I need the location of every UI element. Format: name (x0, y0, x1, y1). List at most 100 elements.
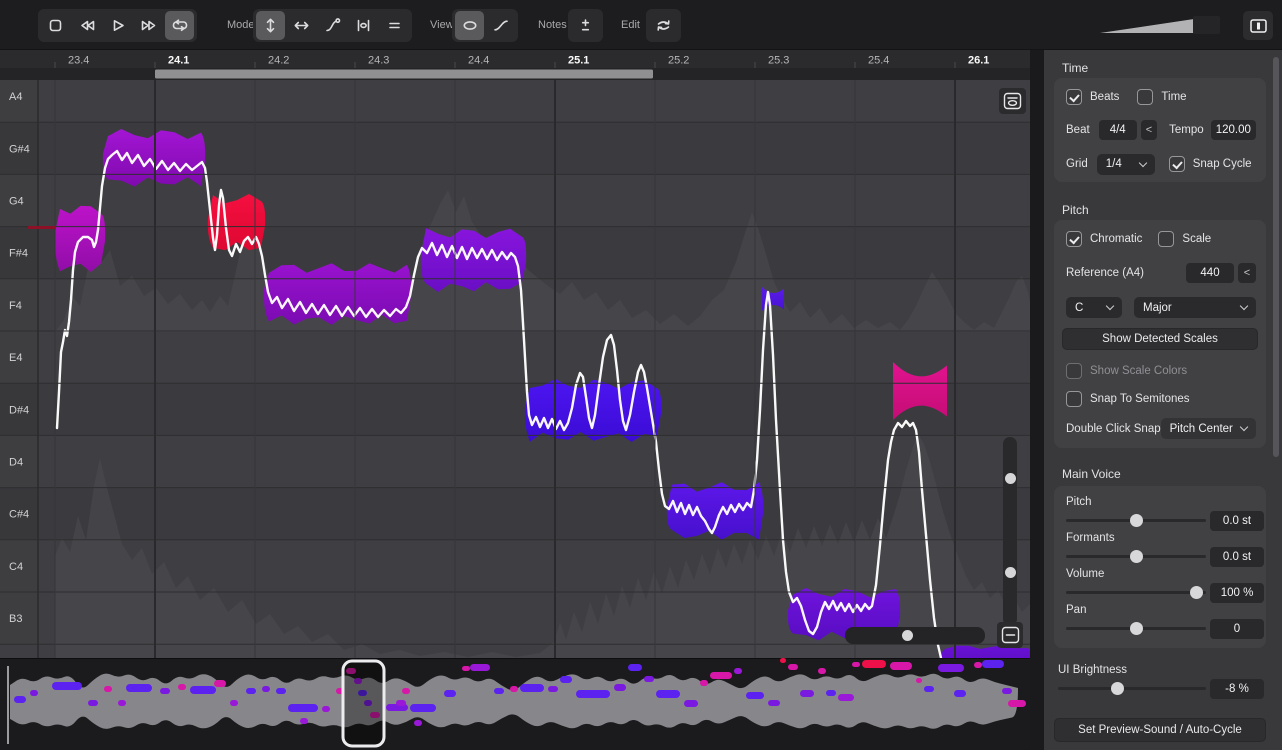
double-click-snap-dropdown[interactable]: Pitch Center (1161, 418, 1256, 439)
overview-note-pill (746, 692, 764, 699)
collapse-editor-button[interactable] (997, 622, 1023, 648)
ruler-label: 25.2 (668, 55, 689, 67)
edit-group (646, 9, 681, 42)
ui-brightness-label: UI Brightness (1058, 664, 1127, 676)
main-voice-section-header: Main Voice (1062, 467, 1121, 481)
pitch-row-label: A4 (9, 91, 22, 103)
overview-note-pill (890, 662, 912, 670)
reference-prev-button[interactable]: < (1238, 263, 1256, 283)
overview-note-pill (300, 718, 308, 724)
overview-note-pill (916, 678, 922, 683)
scale-dropdown[interactable]: Major (1134, 297, 1256, 318)
song-overview-strip[interactable] (0, 658, 1030, 750)
grid-dropdown[interactable]: 1/4 (1097, 154, 1155, 175)
mode-level-tool[interactable] (380, 11, 409, 40)
note-editor-canvas[interactable]: A4G#4G4F#4F4E4D#4D4C#4C4B323.424.124.224… (0, 50, 1030, 658)
formants-slider-label: Formants (1066, 532, 1115, 544)
set-preview-sound-button[interactable]: Set Preview-Sound / Auto-Cycle (1054, 718, 1266, 742)
overview-note-pill (444, 690, 456, 697)
output-level-slider[interactable] (1098, 13, 1228, 37)
overview-note-pill (838, 694, 854, 701)
chromatic-label: Chromatic (1090, 233, 1142, 245)
tempo-label: Tempo (1169, 124, 1204, 136)
note-blob-C#4[interactable] (667, 482, 763, 540)
horizontal-scroll-thumb[interactable] (902, 630, 913, 641)
overview-note-pill (396, 700, 406, 706)
rewind-button[interactable] (72, 11, 101, 40)
overview-note-pill (160, 688, 170, 694)
overview-note-pill (614, 684, 626, 691)
view-blobs-button[interactable] (455, 11, 484, 40)
horizontal-zoom-slider[interactable] (1003, 516, 1017, 626)
cycle-loop-button[interactable] (165, 11, 194, 40)
view-curve-button[interactable] (486, 11, 515, 40)
volume-slider-thumb[interactable] (1190, 586, 1203, 599)
time-section-header: Time (1062, 61, 1088, 75)
overview-note-pill (52, 682, 82, 690)
panel-scrollbar[interactable] (1273, 57, 1279, 457)
overview-note-pill (818, 668, 826, 674)
key-dropdown[interactable]: C (1066, 297, 1122, 318)
reference-value[interactable]: 440 (1186, 263, 1234, 283)
pitch-row-label: C#4 (9, 509, 29, 521)
inspector-panel: Time Beats Time Beat 4/4 < Tempo 120.00 … (1044, 50, 1282, 750)
show-detected-scales-button[interactable]: Show Detected Scales (1062, 328, 1258, 350)
stop-button[interactable] (41, 11, 70, 40)
pitch-value: 0.0 st (1210, 511, 1264, 531)
blob-display-toggle-button[interactable] (999, 88, 1026, 114)
overview-note-pill (788, 664, 798, 670)
tempo-value[interactable]: 120.00 (1211, 120, 1256, 140)
mode-pitch-tool[interactable] (256, 11, 285, 40)
overview-note-pill (924, 686, 934, 692)
side-panel-toggle-button[interactable] (1243, 11, 1273, 40)
vertical-zoom-thumb[interactable] (1005, 473, 1016, 484)
time-checkbox-label: Time (1161, 91, 1186, 103)
overview-note-pill (1008, 700, 1026, 707)
scale-checkbox[interactable] (1158, 231, 1174, 247)
snap-cycle-label: Snap Cycle (1193, 158, 1252, 170)
toolbar: Mode View Notes Edit (0, 0, 1282, 50)
overview-note-pill (800, 690, 814, 697)
horizontal-zoom-thumb[interactable] (1005, 567, 1016, 578)
pitch-slider[interactable] (1066, 519, 1206, 522)
mode-separation-tool[interactable] (349, 11, 378, 40)
notes-group (568, 9, 603, 42)
pan-slider[interactable] (1066, 627, 1206, 630)
edit-label: Edit (621, 19, 640, 31)
snap-to-semitones-label: Snap To Semitones (1090, 393, 1190, 405)
edit-swap-button[interactable] (649, 11, 678, 40)
volume-slider[interactable] (1066, 591, 1206, 594)
chromatic-checkbox[interactable] (1066, 231, 1082, 247)
chevron-down-icon (1138, 158, 1146, 166)
beat-prev-button[interactable]: < (1141, 120, 1157, 140)
note-blob-F#4[interactable] (421, 228, 526, 292)
fast-forward-button[interactable] (134, 11, 163, 40)
overview-note-pill (14, 696, 26, 703)
pan-slider-thumb[interactable] (1130, 622, 1143, 635)
ui-brightness-slider[interactable] (1058, 687, 1206, 690)
overview-note-pill (246, 688, 256, 694)
show-scale-colors-checkbox[interactable] (1066, 363, 1082, 379)
beats-checkbox[interactable] (1066, 89, 1082, 105)
beat-signature-value[interactable]: 4/4 (1099, 120, 1137, 140)
snap-to-semitones-checkbox[interactable] (1066, 391, 1082, 407)
mode-time-tool[interactable] (287, 11, 316, 40)
pitch-slider-thumb[interactable] (1130, 514, 1143, 527)
overview-note-pill (974, 662, 982, 668)
snap-cycle-checkbox[interactable] (1169, 156, 1185, 172)
ruler-label: 24.2 (268, 55, 289, 67)
time-checkbox[interactable] (1137, 89, 1153, 105)
note-blob-D#4[interactable] (525, 379, 661, 442)
editor-horizontal-scroll-slider[interactable] (845, 627, 985, 644)
cycle-range-bar[interactable] (155, 70, 653, 79)
overview-note-pill (938, 664, 964, 672)
overview-note-pill (214, 680, 226, 687)
notes-plus-minus-button[interactable] (571, 11, 600, 40)
ui-brightness-thumb[interactable] (1111, 682, 1124, 695)
formants-slider[interactable] (1066, 555, 1206, 558)
pitch-row-label: G#4 (9, 143, 30, 155)
play-button[interactable] (103, 11, 132, 40)
formants-slider-thumb[interactable] (1130, 550, 1143, 563)
mode-drift-tool[interactable] (318, 11, 347, 40)
overview-viewport[interactable] (343, 661, 384, 746)
